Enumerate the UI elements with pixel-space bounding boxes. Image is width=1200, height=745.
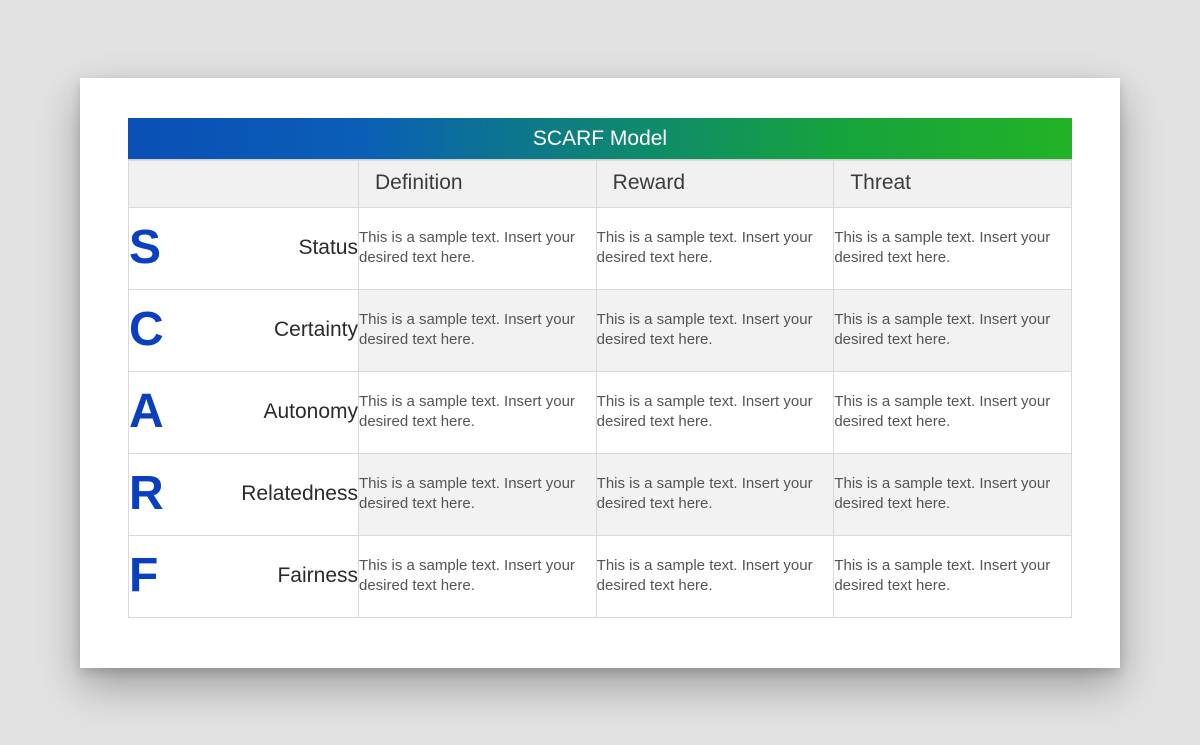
header-threat: Threat — [834, 160, 1072, 207]
cell-definition: This is a sample text. Insert your desir… — [359, 371, 597, 453]
row-label-cell: R Relatedness — [129, 453, 359, 535]
cell-reward: This is a sample text. Insert your desir… — [596, 289, 834, 371]
acronym-letter: C — [129, 306, 164, 354]
slide: SCARF Model Definition Reward Threat — [80, 78, 1120, 668]
scarf-table: Definition Reward Threat S Status This i… — [128, 160, 1072, 618]
header-reward: Reward — [596, 160, 834, 207]
acronym-letter: A — [129, 388, 164, 436]
header-empty — [129, 160, 359, 207]
acronym-word: Certainty — [274, 318, 358, 342]
table-row: R Relatedness This is a sample text. Ins… — [129, 453, 1072, 535]
cell-threat: This is a sample text. Insert your desir… — [834, 207, 1072, 289]
row-label-cell: S Status — [129, 207, 359, 289]
row-label-cell: A Autonomy — [129, 371, 359, 453]
canvas: SCARF Model Definition Reward Threat — [0, 0, 1200, 745]
cell-definition: This is a sample text. Insert your desir… — [359, 453, 597, 535]
cell-reward: This is a sample text. Insert your desir… — [596, 371, 834, 453]
table-header-row: Definition Reward Threat — [129, 160, 1072, 207]
cell-definition: This is a sample text. Insert your desir… — [359, 289, 597, 371]
table-row: F Fairness This is a sample text. Insert… — [129, 535, 1072, 617]
acronym-word: Fairness — [277, 564, 358, 588]
cell-threat: This is a sample text. Insert your desir… — [834, 289, 1072, 371]
table-row: A Autonomy This is a sample text. Insert… — [129, 371, 1072, 453]
cell-reward: This is a sample text. Insert your desir… — [596, 453, 834, 535]
acronym-letter: F — [129, 552, 158, 600]
acronym-word: Autonomy — [263, 400, 358, 424]
cell-definition: This is a sample text. Insert your desir… — [359, 535, 597, 617]
row-label-cell: C Certainty — [129, 289, 359, 371]
model-title-bar: SCARF Model — [128, 118, 1072, 160]
acronym-letter: R — [129, 470, 164, 518]
cell-threat: This is a sample text. Insert your desir… — [834, 453, 1072, 535]
acronym-word: Relatedness — [241, 482, 358, 506]
table-row: S Status This is a sample text. Insert y… — [129, 207, 1072, 289]
cell-reward: This is a sample text. Insert your desir… — [596, 207, 834, 289]
header-definition: Definition — [359, 160, 597, 207]
cell-definition: This is a sample text. Insert your desir… — [359, 207, 597, 289]
table-row: C Certainty This is a sample text. Inser… — [129, 289, 1072, 371]
cell-reward: This is a sample text. Insert your desir… — [596, 535, 834, 617]
acronym-word: Status — [298, 236, 358, 260]
acronym-letter: S — [129, 224, 161, 272]
cell-threat: This is a sample text. Insert your desir… — [834, 371, 1072, 453]
cell-threat: This is a sample text. Insert your desir… — [834, 535, 1072, 617]
row-label-cell: F Fairness — [129, 535, 359, 617]
